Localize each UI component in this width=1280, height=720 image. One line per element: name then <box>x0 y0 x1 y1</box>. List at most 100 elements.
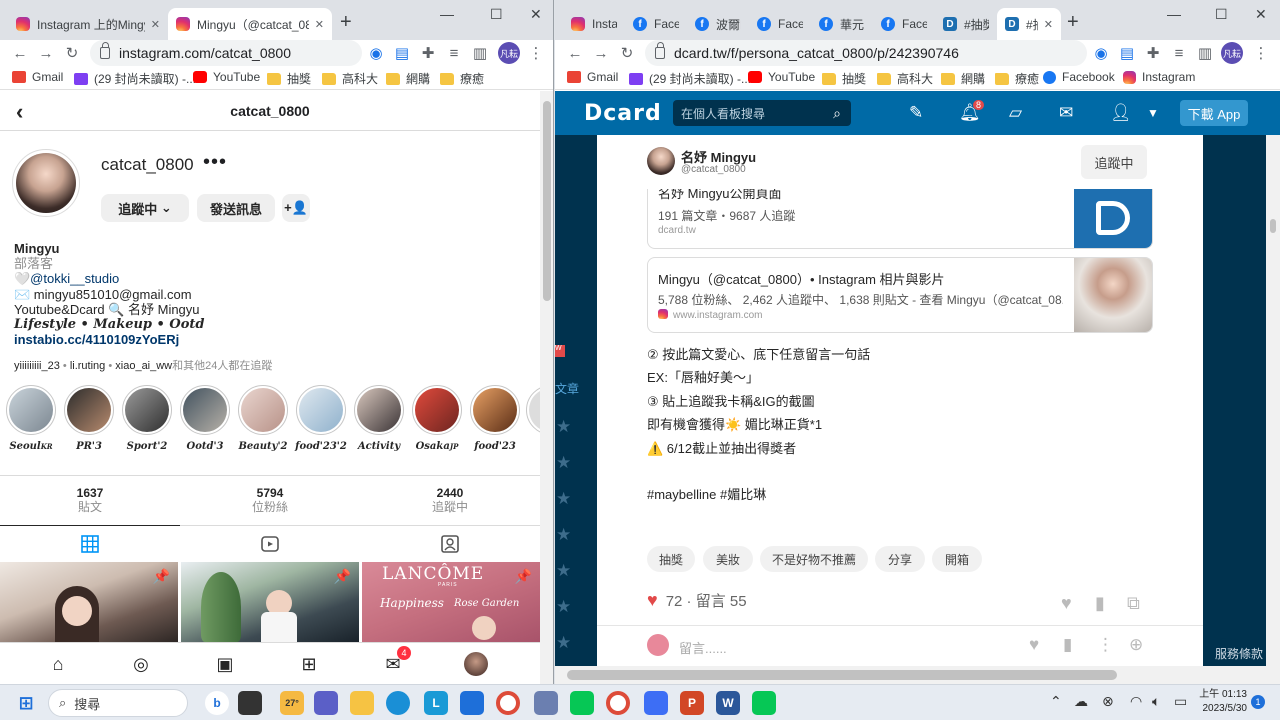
home-icon[interactable]: ⌂ <box>46 652 70 676</box>
left-label[interactable]: 文章 <box>555 380 579 397</box>
bookmark-instagram[interactable]: Instagram <box>1123 70 1195 84</box>
address-bar[interactable]: instagram.com/catcat_0800 <box>90 40 362 66</box>
cloud-icon[interactable]: ☁ <box>1074 693 1088 710</box>
bookmark-facebook[interactable]: Facebook <box>1043 70 1115 84</box>
tab-dcard-active[interactable]: D #抽 ✕ <box>997 8 1061 40</box>
tag-chip[interactable]: 開箱 <box>932 546 982 572</box>
scroll-down-icon[interactable]: ⊕ <box>1129 635 1143 655</box>
create-icon[interactable]: ⊞ <box>297 652 321 676</box>
menu-icon[interactable]: ⋮ <box>526 43 546 63</box>
heart-icon[interactable]: ♥ <box>647 590 658 611</box>
tagged-icon[interactable] <box>441 535 459 553</box>
post-thumbnail[interactable]: 📌 <box>0 562 178 642</box>
docs-icon[interactable]: ▤ <box>392 43 412 63</box>
highlight-beauty[interactable]: Beauty'2 <box>236 385 290 452</box>
bookmark-folder[interactable]: 高科大 <box>877 70 933 87</box>
new-tab-button[interactable]: + <box>340 12 352 32</box>
like-icon[interactable]: ♥ <box>1061 593 1072 614</box>
more-icon[interactable]: ⋮ <box>1097 635 1114 655</box>
user-icon[interactable]: 👤︎ <box>1110 103 1132 123</box>
tab-facebook[interactable]: f Faceb <box>749 8 811 40</box>
profile-avatar[interactable]: 凡耘 <box>1221 42 1243 64</box>
forward-icon[interactable]: → <box>591 43 611 63</box>
reading-list-icon[interactable]: ≡ <box>1169 43 1189 63</box>
highlight-osaka[interactable]: OsakaJP <box>410 385 464 452</box>
extension-icon[interactable]: ◉ <box>366 43 386 63</box>
app-icon[interactable]: b <box>205 691 229 715</box>
post-thumbnail[interactable]: LANCÔME PARIS Happiness Rose Garden 📌 <box>362 562 540 642</box>
battery-icon[interactable]: ▭ <box>1174 693 1187 710</box>
chevron-down-icon[interactable]: ▼ <box>1147 106 1159 120</box>
new-tab-button[interactable]: + <box>1067 12 1079 32</box>
link-preview-instagram[interactable]: Mingyu（@catcat_0800）• Instagram 相片與影片 5,… <box>647 257 1153 333</box>
docs-icon[interactable]: ▤ <box>1117 43 1137 63</box>
wifi-icon[interactable]: ◠ <box>1130 693 1142 710</box>
minimize-button[interactable]: — <box>1167 6 1181 22</box>
bookmark-youtube[interactable]: YouTube <box>748 70 815 84</box>
side-panel-icon[interactable]: ▥ <box>470 43 490 63</box>
search-icon[interactable]: ⌕ <box>833 105 841 122</box>
stat-followers[interactable]: 5794 位粉絲 <box>220 486 320 514</box>
powerpoint-icon[interactable]: P <box>680 691 704 715</box>
download-app-button[interactable]: 下載 App <box>1180 100 1248 126</box>
bookmark-folder[interactable]: 網購 <box>941 70 985 87</box>
comment-input[interactable]: 留言...... <box>679 638 727 657</box>
taskbar-search[interactable]: ⌕ 搜尋 <box>48 689 188 717</box>
back-icon[interactable]: ← <box>10 43 30 63</box>
tab-dcard[interactable]: D #抽獎 <box>935 8 997 40</box>
chrome-icon[interactable] <box>606 691 630 715</box>
vertical-scrollbar[interactable] <box>540 91 553 684</box>
post-thumbnail[interactable]: 📌 <box>181 562 359 642</box>
bookmark-folder[interactable]: 抽獎 <box>822 70 866 87</box>
stat-posts[interactable]: 1637 貼文 <box>40 486 140 514</box>
cards-icon[interactable]: ▱ <box>1009 103 1022 123</box>
following-button[interactable]: 追蹤中 <box>1081 145 1147 179</box>
like-icon[interactable]: ♥ <box>1029 635 1039 655</box>
bookmark-folder[interactable]: 抽獎 <box>267 70 311 87</box>
puzzle-icon[interactable]: ✚ <box>1143 43 1163 63</box>
tab-facebook[interactable]: f Faceb <box>625 8 687 40</box>
profile-avatar[interactable] <box>12 149 80 217</box>
extension-icon[interactable]: ◉ <box>1091 43 1111 63</box>
weather-icon[interactable]: 27° <box>280 691 304 715</box>
message-button[interactable]: 發送訊息 <box>197 194 275 222</box>
start-icon[interactable]: ⊞ <box>14 691 38 715</box>
clock[interactable]: 上午 01:13 2023/5/30 <box>1197 688 1247 716</box>
chevron-up-icon[interactable]: ⌃ <box>1050 693 1062 710</box>
address-bar[interactable]: dcard.tw/f/persona_catcat_0800/p/2423907… <box>645 40 1087 66</box>
back-arrow-icon[interactable]: ‹ <box>16 99 23 125</box>
bookmark-icon[interactable]: ▮ <box>1063 635 1072 655</box>
bookmark-mail[interactable]: (29 封尚未讀取) -... <box>74 70 196 87</box>
close-icon[interactable]: ✕ <box>315 18 324 31</box>
close-window-button[interactable]: ✕ <box>1255 6 1267 23</box>
bookmark-gmail[interactable]: Gmail <box>567 70 618 84</box>
highlight-ootd[interactable]: Ootd'3 <box>178 385 232 452</box>
reload-icon[interactable]: ↻ <box>62 43 82 63</box>
bookmark-gmail[interactable]: Gmail <box>12 70 63 84</box>
tag-chip[interactable]: 美妝 <box>703 546 753 572</box>
bookmark-folder[interactable]: 高科大 <box>322 70 378 87</box>
tag-chip[interactable]: 抽獎 <box>647 546 695 572</box>
dcard-logo[interactable]: Dcard <box>584 100 662 126</box>
stat-following[interactable]: 2440 追蹤中 <box>400 486 500 514</box>
highlight-next[interactable] <box>526 385 540 435</box>
terms-link[interactable]: 服務條款 <box>1215 645 1263 662</box>
reels-nav-icon[interactable]: ▣ <box>213 652 237 676</box>
app-l-icon[interactable]: L <box>424 691 448 715</box>
post-hashtags[interactable]: #maybelline #媚比琳 <box>647 483 1153 506</box>
close-icon[interactable]: ✕ <box>151 18 160 31</box>
highlight-seoul[interactable]: SeoulKR <box>4 385 58 452</box>
file-explorer-icon[interactable] <box>350 691 374 715</box>
minimize-button[interactable]: — <box>440 6 454 22</box>
highlight-food[interactable]: food'23 <box>468 385 522 452</box>
pencil-icon[interactable]: ✎ <box>909 103 923 123</box>
reload-icon[interactable]: ↻ <box>617 43 637 63</box>
word-icon[interactable]: W <box>716 691 740 715</box>
mail-icon[interactable]: ✉ <box>1059 103 1073 123</box>
notification-count[interactable]: 1 <box>1251 695 1265 709</box>
bookmark-mail[interactable]: (29 封尚未讀取) -... <box>629 70 751 87</box>
share-icon[interactable]: ⧉ <box>1127 593 1140 614</box>
more-options-icon[interactable]: ••• <box>203 151 227 174</box>
bookmark-icon[interactable]: ▮ <box>1095 593 1105 614</box>
tab-instagram-profile[interactable]: Mingyu（@catcat_080 ✕ <box>168 8 332 40</box>
